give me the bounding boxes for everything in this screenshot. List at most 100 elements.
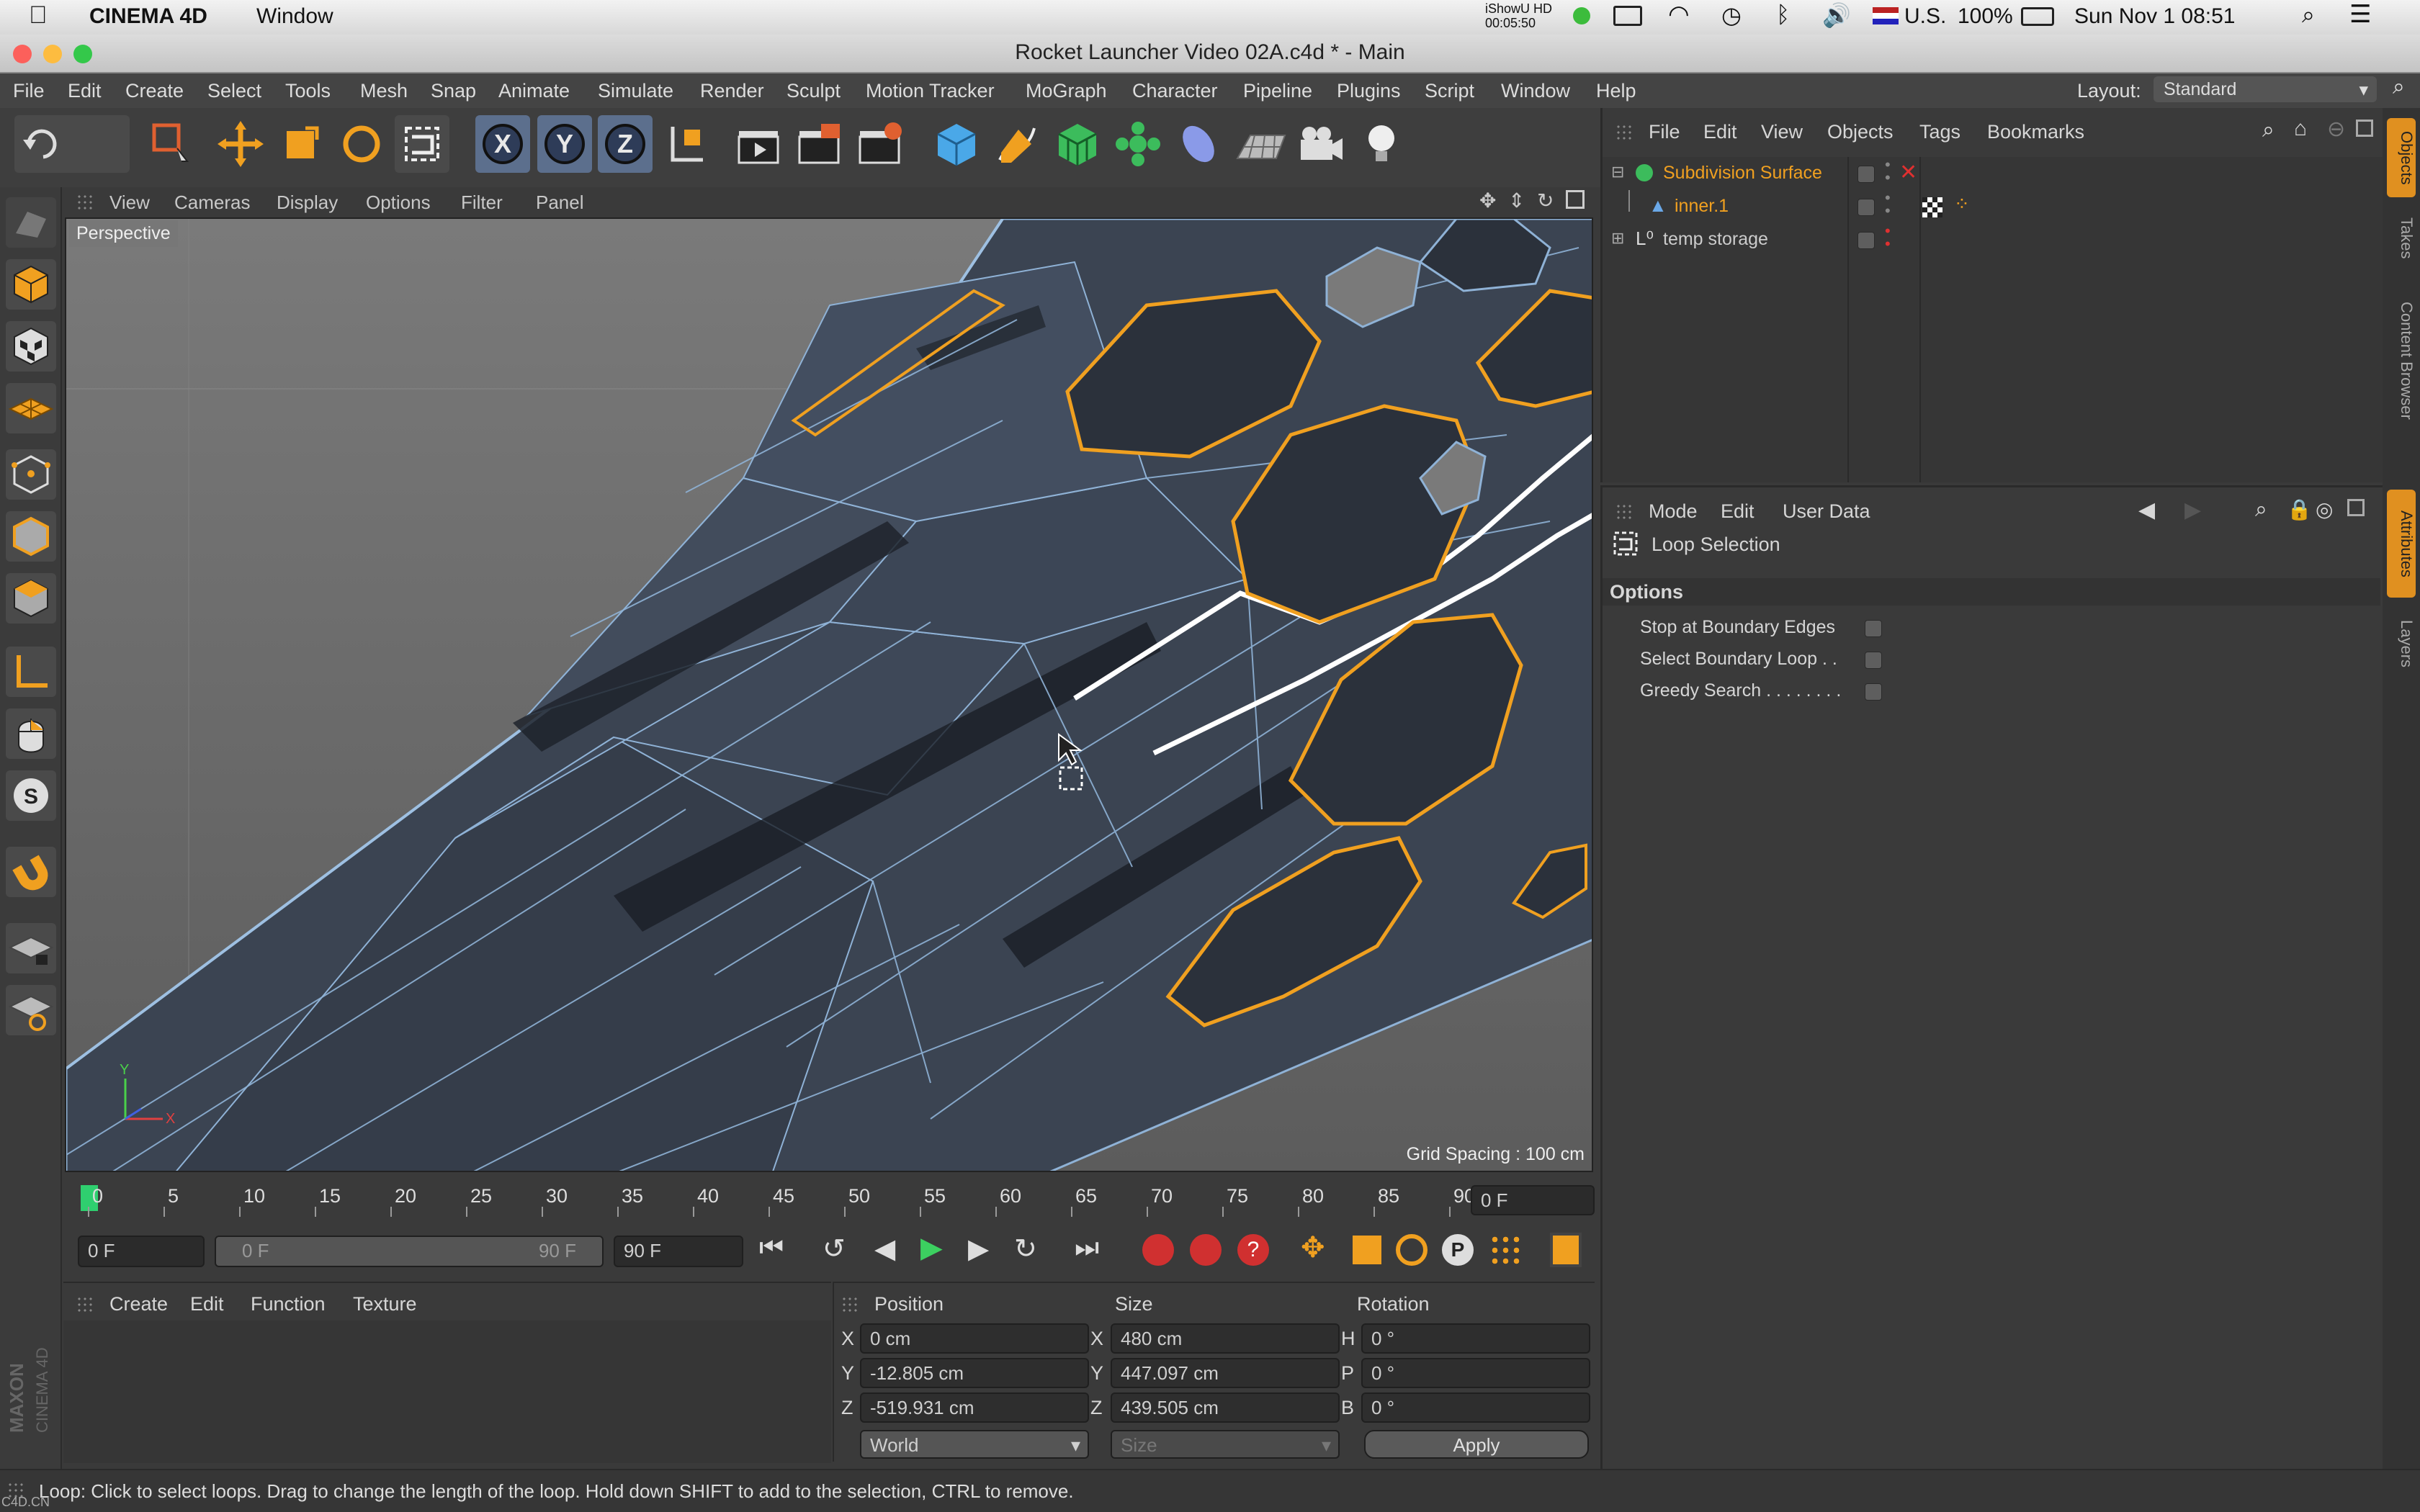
link-icon[interactable]: ⊖ xyxy=(2327,117,2345,142)
search-icon[interactable]: ⌕ xyxy=(2255,498,2267,522)
objects-menu-view[interactable]: View xyxy=(1761,121,1803,143)
collapse-icon[interactable]: ⊟ xyxy=(1611,163,1624,181)
expand-icon[interactable]: ⊞ xyxy=(1611,229,1624,248)
key-rotation-icon[interactable] xyxy=(1396,1234,1428,1266)
keyboard-layout[interactable]: U.S. xyxy=(1904,4,1946,29)
size-y-input[interactable]: 447.097 cm xyxy=(1111,1358,1340,1388)
go-to-start-icon[interactable]: ⏮ xyxy=(759,1233,784,1264)
position-z-input[interactable]: -519.931 cm xyxy=(860,1392,1089,1423)
disabled-x-icon[interactable]: ✕ xyxy=(1899,160,1917,185)
notification-center-icon[interactable]: ☰ xyxy=(2349,0,2371,29)
material-menu-edit[interactable]: Edit xyxy=(190,1293,224,1315)
panel-grip-icon[interactable] xyxy=(76,1296,94,1313)
panel-grip-icon[interactable] xyxy=(76,194,94,211)
viewport-zoom-icon[interactable]: ⇕ xyxy=(1508,189,1525,212)
cloner-button[interactable] xyxy=(1111,115,1165,173)
material-menu-texture[interactable]: Texture xyxy=(353,1293,417,1315)
menu-mesh[interactable]: Mesh xyxy=(360,80,408,102)
tab-takes[interactable]: Takes xyxy=(2387,206,2416,271)
make-editable-button[interactable] xyxy=(6,197,56,248)
viewport-menu-filter[interactable]: Filter xyxy=(461,192,503,214)
attributes-menu-edit[interactable]: Edit xyxy=(1721,500,1754,523)
viewport-menu-cameras[interactable]: Cameras xyxy=(174,192,250,214)
autokeying-icon[interactable] xyxy=(1190,1234,1222,1266)
position-x-input[interactable]: 0 cm xyxy=(860,1323,1089,1354)
home-icon[interactable]: ⌂ xyxy=(2294,117,2307,141)
record-active-objects-icon[interactable] xyxy=(1142,1234,1174,1266)
object-name[interactable]: inner.1 xyxy=(1675,196,1729,217)
select-boundary-loop-checkbox[interactable] xyxy=(1865,652,1882,669)
attributes-menu-mode[interactable]: Mode xyxy=(1649,500,1698,523)
previous-frame-icon[interactable]: ◀ xyxy=(874,1233,895,1265)
forward-arrow-icon[interactable]: ▶ xyxy=(2184,498,2201,523)
wifi-icon[interactable]: ◠ xyxy=(1668,0,1690,29)
loop-selection-tool-button[interactable] xyxy=(395,115,449,173)
options-section-header[interactable]: Options xyxy=(1603,578,2380,606)
current-frame-field[interactable]: 0 F xyxy=(1471,1185,1595,1215)
points-mode-button[interactable] xyxy=(6,449,56,500)
live-selection-button[interactable] xyxy=(144,115,199,173)
floor-button[interactable] xyxy=(1233,115,1288,173)
tab-attributes[interactable]: Attributes xyxy=(2387,490,2416,598)
search-icon[interactable]: ⌕ xyxy=(2393,75,2405,99)
move-tool-button[interactable] xyxy=(213,115,268,173)
apply-button[interactable]: Apply xyxy=(1364,1430,1589,1459)
objects-menu-edit[interactable]: Edit xyxy=(1703,121,1737,143)
menu-file[interactable]: File xyxy=(13,80,45,102)
scheme-settings-icon[interactable] xyxy=(1550,1233,1582,1267)
scale-tool-button[interactable] xyxy=(274,115,328,173)
menu-script[interactable]: Script xyxy=(1425,80,1474,102)
airplay-icon[interactable] xyxy=(1613,6,1642,26)
key-position-icon[interactable]: ✥ xyxy=(1301,1231,1325,1264)
app-menu-name[interactable]: CINEMA 4D xyxy=(89,4,207,29)
menu-help[interactable]: Help xyxy=(1596,80,1636,102)
menu-mograph[interactable]: MoGraph xyxy=(1026,80,1107,102)
object-row[interactable]: ▲ inner.1 • • ⁘ xyxy=(1603,190,2385,223)
magnet-tool-button[interactable] xyxy=(6,847,56,897)
menu-plugins[interactable]: Plugins xyxy=(1337,80,1401,102)
rotation-p-input[interactable]: 0 ° xyxy=(1361,1358,1590,1388)
play-icon[interactable]: ▶ xyxy=(920,1231,943,1264)
objects-menu-tags[interactable]: Tags xyxy=(1919,121,1960,143)
rotate-tool-button[interactable] xyxy=(334,115,389,173)
visibility-dots[interactable]: • • xyxy=(1885,190,1891,219)
stop-boundary-edges-checkbox[interactable] xyxy=(1865,620,1882,637)
rotation-b-input[interactable]: 0 ° xyxy=(1361,1392,1590,1423)
menu-window[interactable]: Window xyxy=(1501,80,1570,102)
showup-indicator[interactable]: iShowU HD 00:05:50 xyxy=(1485,1,1552,30)
menu-render[interactable]: Render xyxy=(700,80,764,102)
viewport-menu-panel[interactable]: Panel xyxy=(536,192,584,214)
next-frame-icon[interactable]: ▶ xyxy=(968,1233,989,1265)
object-name[interactable]: Subdivision Surface xyxy=(1663,163,1822,184)
polygons-mode-button[interactable] xyxy=(6,573,56,624)
size-x-input[interactable]: 480 cm xyxy=(1111,1323,1340,1354)
panel-grip-icon[interactable] xyxy=(1615,503,1633,521)
volume-icon[interactable]: 🔊 xyxy=(1822,1,1851,29)
battery-percent[interactable]: 100% xyxy=(1958,4,2013,29)
apple-icon[interactable]:  xyxy=(29,1,48,30)
tab-content-browser[interactable]: Content Browser xyxy=(2387,278,2416,444)
render-picture-viewer-button[interactable] xyxy=(792,115,847,173)
tweak-mode-button[interactable] xyxy=(6,708,56,759)
object-row[interactable]: ⊞ L⁰ temp storage • • xyxy=(1603,223,2385,256)
position-y-input[interactable]: -12.805 cm xyxy=(860,1358,1089,1388)
object-row[interactable]: ⊟ Subdivision Surface • • ✕ xyxy=(1603,157,2385,190)
selection-tag-icon[interactable]: ⁘ xyxy=(1954,193,1970,215)
panel-maximize-icon[interactable] xyxy=(2356,120,2373,137)
go-to-previous-key-icon[interactable]: ↺ xyxy=(823,1233,846,1265)
key-scale-icon[interactable] xyxy=(1353,1236,1381,1264)
pen-spline-button[interactable] xyxy=(990,115,1044,173)
preview-range-slider[interactable]: 0 F 90 F xyxy=(215,1236,604,1267)
bluetooth-icon[interactable]: ᛒ xyxy=(1776,1,1790,28)
undo-button[interactable] xyxy=(14,115,130,173)
texture-mode-button[interactable] xyxy=(6,321,56,372)
planar-workplane-button[interactable] xyxy=(6,985,56,1035)
menu-create[interactable]: Create xyxy=(125,80,184,102)
keyframe-selection-icon[interactable]: ? xyxy=(1237,1234,1269,1266)
panel-grip-icon[interactable] xyxy=(841,1296,859,1313)
layout-dropdown[interactable]: Standard ▾ xyxy=(2154,76,2377,102)
coordinate-system-button[interactable] xyxy=(658,115,713,173)
menu-character[interactable]: Character xyxy=(1132,80,1218,102)
layer-toggle[interactable] xyxy=(1857,166,1875,183)
render-view-button[interactable] xyxy=(732,115,786,173)
